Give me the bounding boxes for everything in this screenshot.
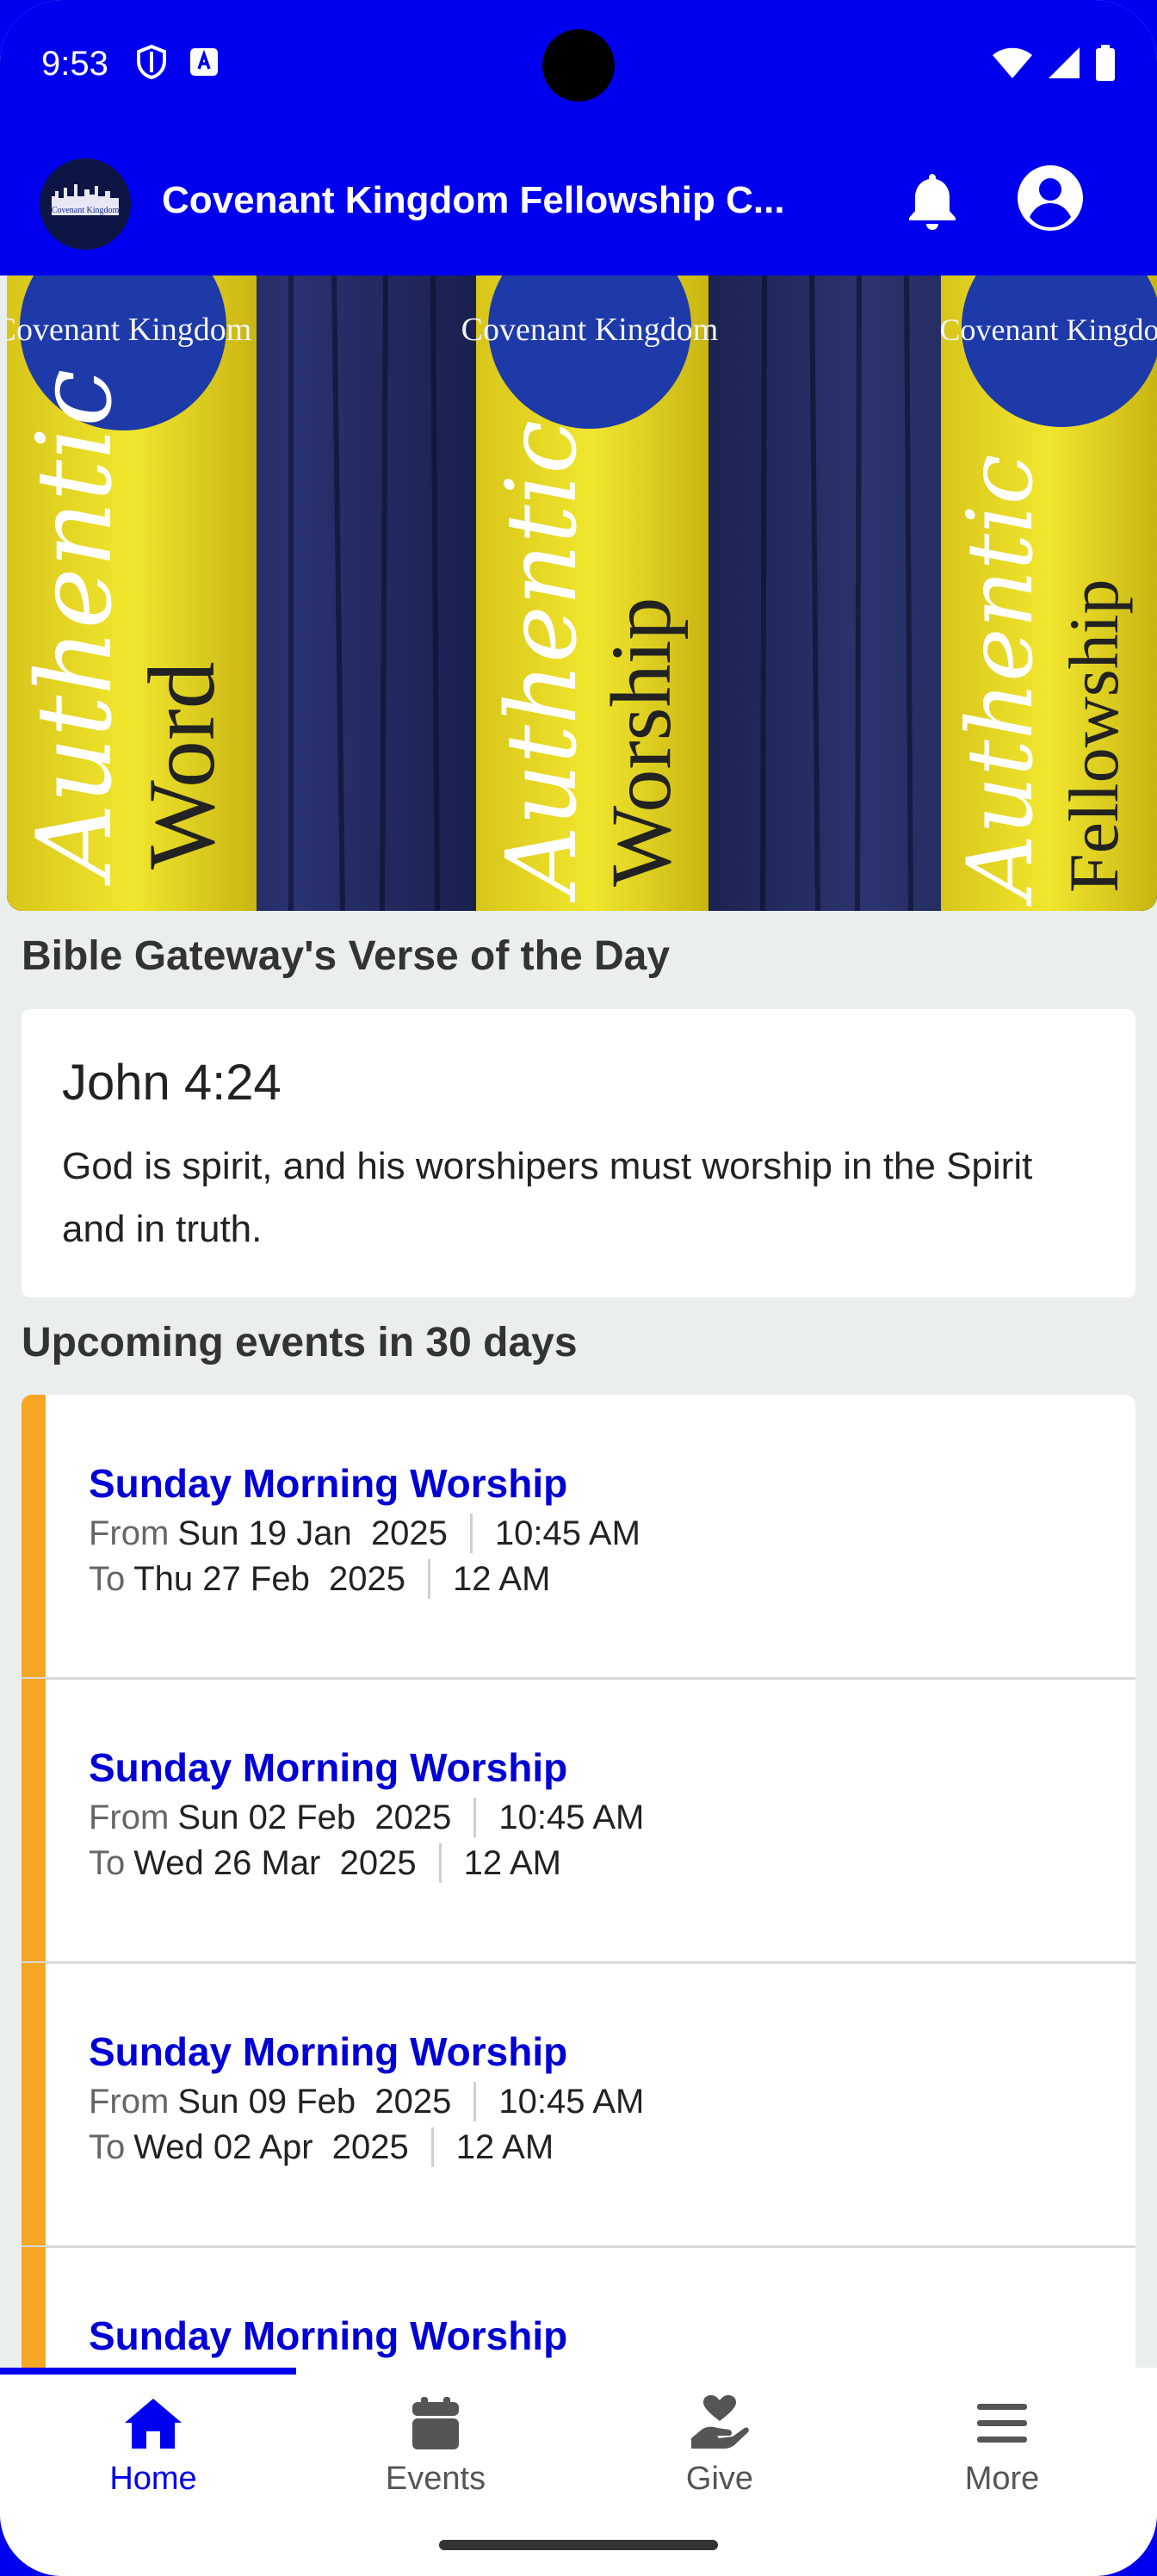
event-accent-stripe [22,1963,46,2245]
separator [473,1798,477,1837]
event-to-date: Wed 02 Apr 2025 [133,2127,409,2166]
event-from-time: 10:45 AM [498,1798,645,1836]
event-accent-stripe [22,1395,46,1677]
to-label: To [89,1843,126,1882]
separator [430,2127,434,2167]
event-from-time: 10:45 AM [498,2082,645,2121]
status-time: 9:53 [41,45,108,83]
banner-script-text: Authentic [486,420,598,903]
event-to-line: To Thu 27 Feb 2025 12 AM [89,1559,550,1599]
event-title[interactable]: Sunday Morning Worship [89,1744,567,1791]
app-bar: Covenant Kingdom Covenant Kingdom Fellow… [0,129,1157,276]
notifications-bell-icon[interactable] [904,170,961,232]
banner-logo-text: Covenant Kingdom [7,312,251,348]
nav-loading-indicator [0,2368,296,2375]
event-from-line: From Sun 02 Feb 2025 10:45 AM [89,1798,644,1837]
battery-icon [1096,45,1115,81]
event-accent-stripe [22,1679,46,1961]
verse-reference: John 4:24 [62,1055,282,1111]
nav-more-label: More [964,2461,1040,2497]
event-item[interactable]: Sunday Morning Worship From Sun 19 Jan 2… [22,1395,1135,1680]
status-icons-left [136,45,219,79]
calendar-icon [412,2397,459,2449]
banner-word-text: Word [129,661,234,870]
signal-icon [1049,47,1080,78]
event-to-time: 12 AM [463,1843,561,1882]
bottom-navigation: Home Events Give More [0,2368,1157,2514]
event-from-date: Sun 02 Feb 2025 [177,1798,452,1836]
event-from-time: 10:45 AM [494,1514,640,1552]
event-from-date: Sun 09 Feb 2025 [177,2082,452,2121]
event-to-time: 12 AM [453,1559,551,1598]
logo-text: Covenant Kingdom [52,206,120,215]
nav-more[interactable]: More [857,2393,1147,2505]
banner-word-text: Fellowship [1055,579,1133,893]
events-list[interactable]: Sunday Morning Worship From Sun 19 Jan 2… [22,1395,1135,2369]
events-section-title: Upcoming events in 30 days [22,1320,578,1365]
home-icon [125,2399,182,2449]
status-icons-right [992,45,1116,81]
hero-banner-image: Covenant Kingdom Authentic Word Covenant… [7,276,1157,911]
banner-word-text: Worship [593,598,689,887]
event-item[interactable]: Sunday Morning Worship From Sun 02 Feb 2… [22,1679,1135,1964]
verse-card[interactable]: John 4:24 God is spirit, and his worship… [22,1009,1135,1297]
event-to-time: 12 AM [455,2127,554,2166]
banner-script-text: Authentic [948,454,1053,907]
event-to-date: Wed 26 Mar 2025 [133,1843,417,1882]
from-label: From [89,1514,170,1552]
home-gesture-bar[interactable] [439,2540,718,2550]
front-camera [542,29,615,102]
verse-text: God is spirit, and his worshipers must w… [62,1145,1033,1250]
nav-home[interactable]: Home [9,2393,298,2505]
nav-events[interactable]: Events [291,2393,580,2505]
logo-image: Covenant Kingdom [40,158,131,250]
event-accent-stripe [22,2247,46,2369]
verse-section-title: Bible Gateway's Verse of the Day [22,933,671,979]
keyboard-a-icon [190,48,218,76]
event-title[interactable]: Sunday Morning Worship [89,2313,567,2359]
separator [469,1514,473,1553]
from-label: From [89,1798,170,1836]
banner-logo-text: Covenant Kingdom [940,313,1157,347]
church-banners-photo: Covenant Kingdom Authentic Word Covenant… [7,276,1157,911]
nav-give-label: Give [685,2461,754,2497]
from-label: From [89,2082,170,2121]
menu-icon [977,2404,1027,2443]
nav-give[interactable]: Give [575,2393,864,2505]
account-circle-icon[interactable] [1016,164,1085,232]
to-label: To [89,2127,126,2166]
separator [473,2082,477,2121]
shield-icon [137,45,166,79]
separator [438,1843,442,1883]
separator [428,1559,431,1599]
status-bar: 9:53 [0,0,1157,129]
event-from-date: Sun 19 Jan 2025 [177,1514,448,1552]
wifi-icon [993,47,1032,78]
church-logo[interactable]: Covenant Kingdom [40,158,131,250]
event-to-date: Thu 27 Feb 2025 [133,1559,406,1598]
event-to-line: To Wed 02 Apr 2025 12 AM [89,2127,554,2167]
event-title[interactable]: Sunday Morning Worship [89,1460,567,1507]
give-hand-heart-icon [691,2395,749,2449]
app-screen: 9:53 Covenant Kingdom Covenant Kingdom F… [0,0,1157,2576]
event-item[interactable]: Sunday Morning Worship [22,2247,1135,2369]
app-title: Covenant Kingdom Fellowship C... [162,179,785,221]
event-title[interactable]: Sunday Morning Worship [89,2028,567,2075]
event-item[interactable]: Sunday Morning Worship From Sun 09 Feb 2… [22,1963,1135,2248]
event-to-line: To Wed 26 Mar 2025 12 AM [89,1843,561,1883]
nav-events-label: Events [385,2461,486,2497]
to-label: To [89,1559,126,1598]
event-from-line: From Sun 19 Jan 2025 10:45 AM [89,1514,640,1553]
banner-logo-text: Covenant Kingdom [461,312,719,348]
nav-home-label: Home [109,2461,197,2497]
banner-script-text: Authentic [15,368,135,887]
event-from-line: From Sun 09 Feb 2025 10:45 AM [89,2082,644,2121]
